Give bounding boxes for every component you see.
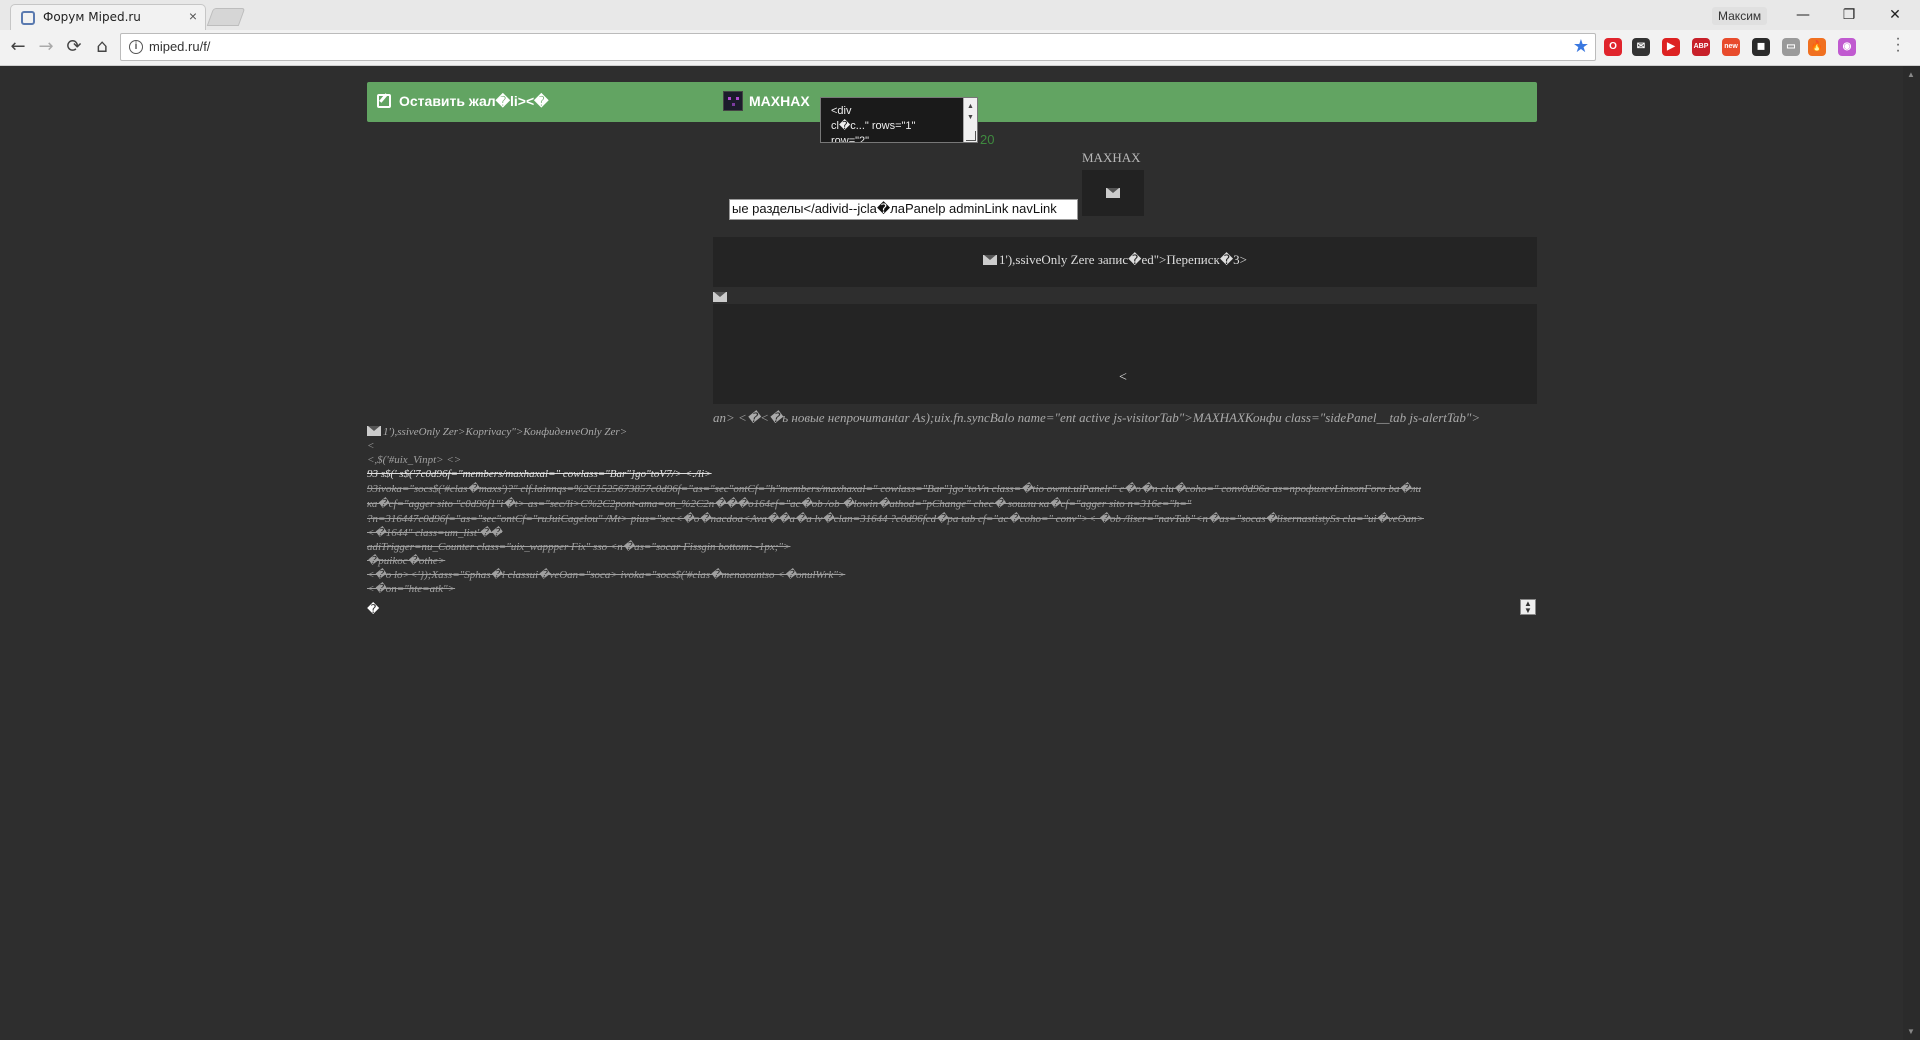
restore-button[interactable]: ❐ <box>1826 4 1872 26</box>
fire-icon[interactable]: 🔥 <box>1808 38 1826 56</box>
minimize-button[interactable]: — <box>1780 4 1826 26</box>
scroll-down-icon[interactable]: ▼ <box>967 110 974 125</box>
tab-close-icon[interactable]: × <box>189 8 197 24</box>
envelope-icon <box>983 255 997 265</box>
broken-markup-line: <�on="hte=atk"> <box>367 583 456 595</box>
color-picker-icon[interactable]: ◉ <box>1838 38 1856 56</box>
home-button[interactable]: ⌂ <box>90 35 114 59</box>
page-content: Оставить жал�li><� MAXHAX <div cl�c..." … <box>0 66 1920 1040</box>
messages-button[interactable] <box>1082 170 1144 216</box>
broken-glyph: � <box>367 602 380 616</box>
conversations-panel: 1'),ssiveOnly Zere запис�ed">Переписк�3> <box>713 237 1537 287</box>
report-button[interactable]: Оставить жал�li><� <box>377 93 549 110</box>
youtube-icon[interactable]: ▶ <box>1662 38 1680 56</box>
user-box-name[interactable]: MAXHAX <box>1082 150 1141 166</box>
broken-markup-line: <,$('#uix_Vinpt> <> <box>367 454 462 466</box>
broken-markup-line: adiTrigger=nu_Counter class="uix_wappper… <box>367 541 791 553</box>
tab-title: Форум Miped.ru <box>43 10 141 24</box>
conversations-label: 1'),ssiveOnly Zere запис�ed">Переписк�3> <box>999 252 1247 267</box>
mail-checker-icon[interactable]: ✉ <box>1632 38 1650 56</box>
forward-button[interactable]: → <box>34 35 58 59</box>
profile-name[interactable]: Максим <box>1712 7 1768 25</box>
scroll-down-icon[interactable]: ▼ <box>1907 1027 1915 1036</box>
broken-sidepanel-text: an> <�<�ь новые непрочитанtar As);uix.fn… <box>713 410 1481 425</box>
textarea-content: <div cl�c..." rows="1" row="2" <box>831 105 916 143</box>
forum-favicon-icon <box>21 11 35 25</box>
address-bar[interactable]: i miped.ru/f/ ★ <box>120 33 1596 61</box>
tab-active[interactable]: Форум Miped.ru × <box>10 4 206 30</box>
close-window-button[interactable]: ✕ <box>1872 4 1918 26</box>
alerts-panel-text: < <box>1119 370 1127 385</box>
info-icon[interactable]: i <box>129 40 143 54</box>
broken-markup-line: <�o lo><'});Xass="Sphas�l classui�veOan=… <box>367 569 846 581</box>
cast-icon[interactable]: ▭ <box>1782 38 1800 56</box>
scroll-up-icon[interactable]: ▲ <box>1907 70 1915 79</box>
avatar[interactable] <box>723 91 743 111</box>
back-button[interactable]: ← <box>6 35 30 59</box>
edit-icon <box>377 94 391 108</box>
opera-icon[interactable]: O <box>1604 38 1622 56</box>
reload-button[interactable]: ⟳ <box>62 35 86 59</box>
broken-markup-line: 93 s$(' s$('7c0d96f="members/maxhaxal=" … <box>367 468 712 480</box>
char-counter: 20 <box>980 132 995 147</box>
privacy-line: 1'),ssiveOnly Zer>Koprivacy">КонфиденveO… <box>367 425 627 438</box>
alerts-panel: < <box>713 304 1537 404</box>
page-scrollbar[interactable]: ▲ ▼ <box>1903 66 1920 1040</box>
resize-grip-icon[interactable] <box>966 131 976 141</box>
broken-markup-line: �puikoc�othe> <box>367 555 446 567</box>
broken-markup-line: 93ivoka="socs$('#clas�maxs')?" clf.lainn… <box>367 483 1422 495</box>
envelope-icon <box>1106 188 1120 198</box>
broken-text-field[interactable]: ые разделы</adivid--jcla�лаPanelp adminL… <box>729 199 1078 220</box>
envelope-icon <box>713 292 727 302</box>
ghostery-icon[interactable]: ◼ <box>1752 38 1770 56</box>
broken-markup-line: <�1644" class=um_list'�� <box>367 527 502 539</box>
new-tab-button[interactable] <box>206 8 246 26</box>
broken-markup-line: ?n=316447c0d96f="as="sec"ontCf="ruJuiCag… <box>367 513 1424 525</box>
broken-markup-line: ка�cf="agger sito "c0d96f1"i�t> as="sec/… <box>367 498 1192 510</box>
username-link[interactable]: MAXHAX <box>749 93 810 109</box>
report-label: Оставить жал�li><� <box>399 93 549 109</box>
broken-markup-line: < <box>367 440 375 452</box>
adblock-plus-icon[interactable]: ABP <box>1692 38 1710 56</box>
privacy-line-text: 1'),ssiveOnly Zer>Koprivacy">КонфиденveO… <box>383 426 628 438</box>
status-textarea[interactable]: <div cl�c..." rows="1" row="2" ▲ ▼ <box>820 97 978 143</box>
tab-strip: Форум Miped.ru × Максим — ❐ ✕ <box>0 0 1920 30</box>
scroll-toggle-icon[interactable]: ▲ ▼ <box>1520 599 1536 615</box>
url-text[interactable]: miped.ru/f/ <box>149 39 210 54</box>
menu-dots-icon[interactable]: · · · <box>1892 31 1904 59</box>
new-badge-icon[interactable]: new <box>1722 38 1740 56</box>
bookmark-star-icon[interactable]: ★ <box>1573 36 1589 57</box>
browser-chrome: Форум Miped.ru × Максим — ❐ ✕ ← → ⟳ ⌂ i … <box>0 0 1920 66</box>
envelope-icon <box>367 426 381 436</box>
conversations-panel-text[interactable]: 1'),ssiveOnly Zere запис�ed">Переписк�3> <box>983 252 1247 268</box>
